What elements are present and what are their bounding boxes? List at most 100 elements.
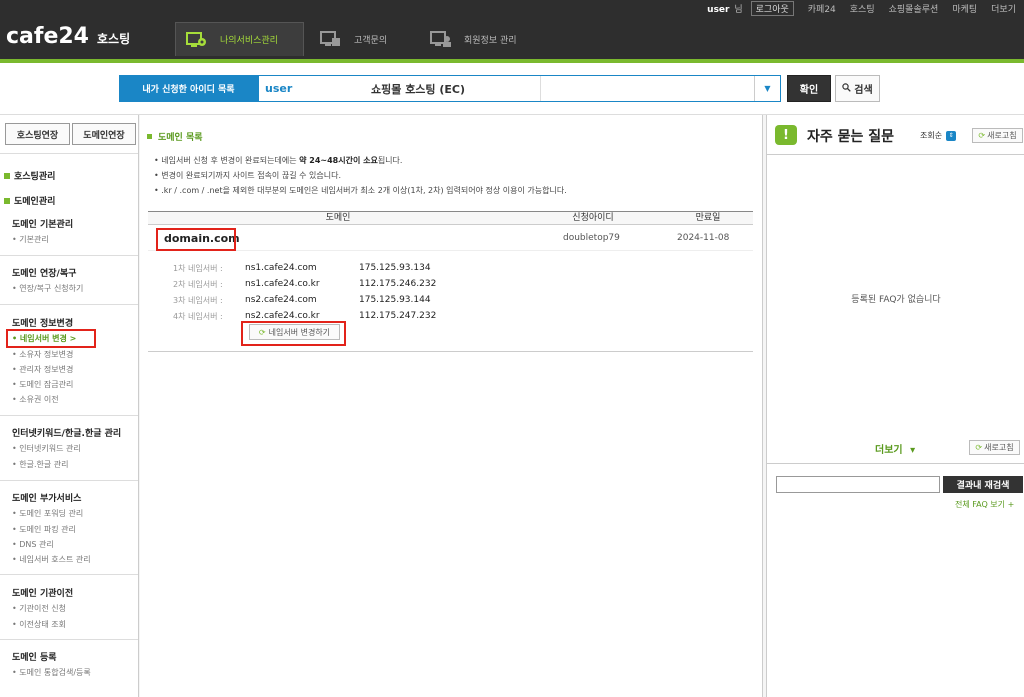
sidebar-group-domain-info: 도메인 정보변경 [12, 319, 74, 329]
table-row[interactable]: domain.com doubletop79 2024-11-08 [148, 225, 753, 251]
sidebar-divider [0, 480, 138, 481]
selected-plan: 쇼핑몰 호스팅 (EC) [371, 76, 541, 101]
faq-search-input[interactable] [776, 476, 940, 493]
selected-user-id: user [265, 82, 293, 95]
sidebar-divider [0, 574, 138, 575]
sidebar-divider [0, 153, 138, 154]
sidebar-item-transfer-request[interactable]: 기관이전 신청 [12, 603, 66, 614]
left-sidebar: 호스팅연장 도메인연장 호스팅관리 도메인관리 도메인 기본관리 기본관리 도메… [0, 115, 139, 697]
refresh-icon: ⟳ [978, 131, 986, 140]
content-divider [148, 351, 753, 352]
sidebar-group-domain-renew: 도메인 연장/복구 [12, 269, 77, 279]
sidebar-item-register-search[interactable]: 도메인 통합검색/등록 [12, 667, 90, 678]
top-header: user 님 로그아웃 카페24 호스팅 쇼핑몰솔루션 마케팅 더보기 cafe… [0, 0, 1024, 63]
page-title-text: 도메인 목록 [158, 133, 203, 143]
logo[interactable]: cafe24 호스팅 [6, 24, 130, 49]
sidebar-group-keyword: 인터넷키워드/한글.한글 관리 [12, 429, 122, 439]
main-content: 도메인 목록 네임서버 신청 후 변경이 완료되는데에는 약 24~48시간이 … [140, 115, 763, 697]
highlight-domain [156, 228, 236, 251]
sidebar-item-admin-change[interactable]: 관리자 정보변경 [12, 364, 73, 375]
page-title: 도메인 목록 [147, 130, 203, 143]
sidebar-item-ns-host[interactable]: 네임서버 호스트 관리 [12, 554, 90, 565]
inquiry-icon [320, 30, 342, 48]
list-item: 3차 네임서버 : ns2.cafe24.com 175.125.93.144 [173, 292, 436, 308]
faq-more-link[interactable]: 더보기 ▾ [875, 441, 915, 456]
sidebar-cat-hosting[interactable]: 호스팅관리 [4, 169, 55, 182]
sidebar-cat-domain[interactable]: 도메인관리 [4, 194, 55, 207]
expire-date: 2024-11-08 [677, 233, 730, 243]
sidebar-item-forwarding[interactable]: 도메인 포워딩 관리 [12, 508, 83, 519]
search-button-label: 검색 [854, 85, 873, 96]
logo-sub: 호스팅 [97, 32, 131, 46]
cafe24-link[interactable]: 카페24 [808, 2, 836, 15]
id-select[interactable]: user 쇼핑몰 호스팅 (EC) ▼ [258, 75, 781, 102]
notice-text: 네임서버 신청 후 변경이 완료되는데에는 [161, 156, 300, 165]
faq-sort-select[interactable]: 조회순 ⇕ [920, 128, 970, 143]
ns-ip: 112.175.246.232 [359, 279, 437, 289]
sidebar-item-domain-lock[interactable]: 도메인 잠금관리 [12, 379, 73, 390]
renew-hosting-button[interactable]: 호스팅연장 [5, 123, 70, 145]
chevron-updown-icon: ⇕ [946, 130, 957, 141]
faq-search-button[interactable]: 결과내 재검색 [943, 476, 1023, 493]
sidebar-divider [0, 304, 138, 305]
ns-ip: 112.175.247.232 [359, 311, 437, 321]
search-button[interactable]: 검색 [835, 75, 880, 102]
notice-bold: 약 24~48시간이 소요 [299, 156, 378, 165]
sidebar-item-parking[interactable]: 도메인 파킹 관리 [12, 524, 76, 535]
applicant-id: doubletop79 [563, 233, 620, 243]
notice-text: .kr / .com / .net을 제외한 대부분의 도메인은 네임서버가 최… [161, 186, 567, 195]
ns-host: ns1.cafe24.com [245, 263, 317, 273]
ns-label: 3차 네임서버 : [173, 295, 223, 305]
username: user [707, 4, 730, 15]
faq-refresh-label: 새로고침 [987, 131, 1017, 140]
search-icon [842, 82, 852, 95]
id-select-bar: 내가 신청한 아이디 목록 user 쇼핑몰 호스팅 (EC) ▼ 확인 검색 [0, 63, 1024, 115]
mall-solution-link[interactable]: 쇼핑몰솔루션 [889, 2, 939, 15]
faq-all-link[interactable]: 전체 FAQ 보기 + [955, 499, 1014, 510]
sidebar-item-hangul-manage[interactable]: 한글.한글 관리 [12, 459, 68, 470]
ns-host: ns2.cafe24.com [245, 295, 317, 305]
tab-member-info[interactable]: 회원정보 관리 [420, 22, 530, 56]
column-domain: 도메인 [325, 213, 351, 223]
sidebar-item-dns[interactable]: DNS 관리 [12, 539, 54, 550]
sidebar-item-owner-change[interactable]: 소유자 정보변경 [12, 349, 73, 360]
more-link[interactable]: 더보기 [991, 2, 1016, 15]
sidebar-item-transfer-status[interactable]: 이전상태 조회 [12, 619, 66, 630]
faq-title: 자주 묻는 질문 [807, 129, 895, 145]
sidebar-cat-domain-label: 도메인관리 [14, 197, 56, 207]
renew-domain-button[interactable]: 도메인연장 [72, 123, 136, 145]
logout-link[interactable]: 로그아웃 [750, 0, 794, 16]
highlight-change-button [241, 321, 346, 346]
sidebar-group-domain-basic: 도메인 기본관리 [12, 220, 74, 230]
table-header: 도메인 신청아이디 만료일 [148, 211, 753, 225]
sidebar-item-basic-manage[interactable]: 기본관리 [12, 234, 48, 245]
chevron-down-icon[interactable]: ▼ [754, 76, 780, 101]
ns-label: 4차 네임서버 : [173, 311, 223, 321]
sidebar-item-ownership-transfer[interactable]: 소유권 이전 [12, 394, 58, 405]
exclamation-icon: ! [775, 125, 797, 145]
faq-divider [767, 463, 1024, 464]
column-applicant: 신청아이디 [572, 213, 614, 223]
header-topbar: user 님 로그아웃 카페24 호스팅 쇼핑몰솔루션 마케팅 더보기 [0, 0, 1024, 16]
ns-ip: 175.125.93.134 [359, 263, 431, 273]
sidebar-item-renew-request[interactable]: 연장/복구 신청하기 [12, 283, 83, 294]
tab-my-services[interactable]: 나의서비스관리 [175, 22, 304, 56]
tab-my-services-label: 나의서비스관리 [220, 36, 278, 46]
notice-item: 네임서버 신청 후 변경이 완료되는데에는 약 24~48시간이 소요됩니다. [154, 153, 567, 168]
faq-panel: ! 자주 묻는 질문 조회순 ⇕ ⟳ 새로고침 등록된 FAQ가 없습니다 더보… [766, 115, 1024, 697]
faq-refresh-button-2[interactable]: ⟳ 새로고침 [969, 440, 1020, 455]
domain-table: 도메인 신청아이디 만료일 domain.com doubletop79 202… [148, 211, 753, 251]
confirm-button[interactable]: 확인 [787, 75, 831, 102]
sidebar-divider [0, 255, 138, 256]
marketing-link[interactable]: 마케팅 [952, 2, 977, 15]
bullet-icon [147, 134, 152, 139]
hosting-link[interactable]: 호스팅 [850, 2, 875, 15]
tab-customer-inquiry[interactable]: 고객문의 [310, 22, 410, 56]
ns-host: ns2.cafe24.co.kr [245, 311, 320, 321]
sidebar-item-keyword-manage[interactable]: 인터넷키워드 관리 [12, 443, 80, 454]
tab-customer-inquiry-label: 고객문의 [354, 35, 388, 46]
notice-list: 네임서버 신청 후 변경이 완료되는데에는 약 24~48시간이 소요됩니다. … [154, 153, 567, 198]
notice-item: 변경이 완료되기까지 사이트 접속이 끊길 수 있습니다. [154, 168, 567, 183]
faq-refresh-button[interactable]: ⟳ 새로고침 [972, 128, 1023, 143]
id-list-label: 내가 신청한 아이디 목록 [119, 75, 258, 102]
